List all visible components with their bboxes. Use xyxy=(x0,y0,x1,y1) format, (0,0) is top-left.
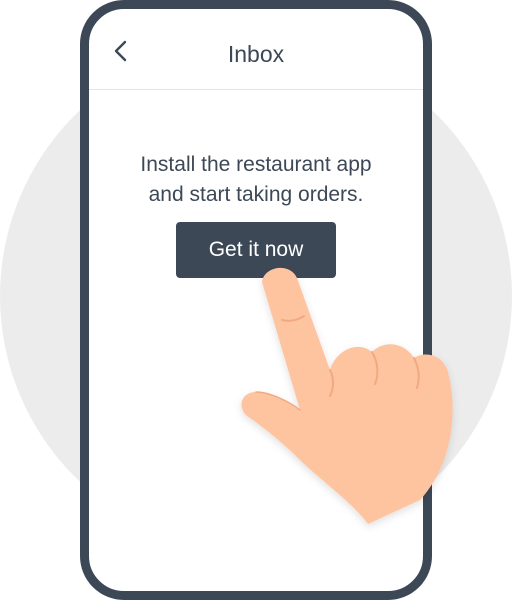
message-line-1: Install the restaurant app xyxy=(140,153,372,176)
install-message: Install the restaurant app and start tak… xyxy=(89,150,423,210)
app-header: Inbox xyxy=(89,9,423,90)
page-title: Inbox xyxy=(227,41,285,67)
phone-frame: Inbox Install the restaurant app and sta… xyxy=(80,0,432,600)
message-line-2: and start taking orders. xyxy=(148,183,364,206)
get-it-now-button[interactable]: Get it now xyxy=(176,222,336,278)
